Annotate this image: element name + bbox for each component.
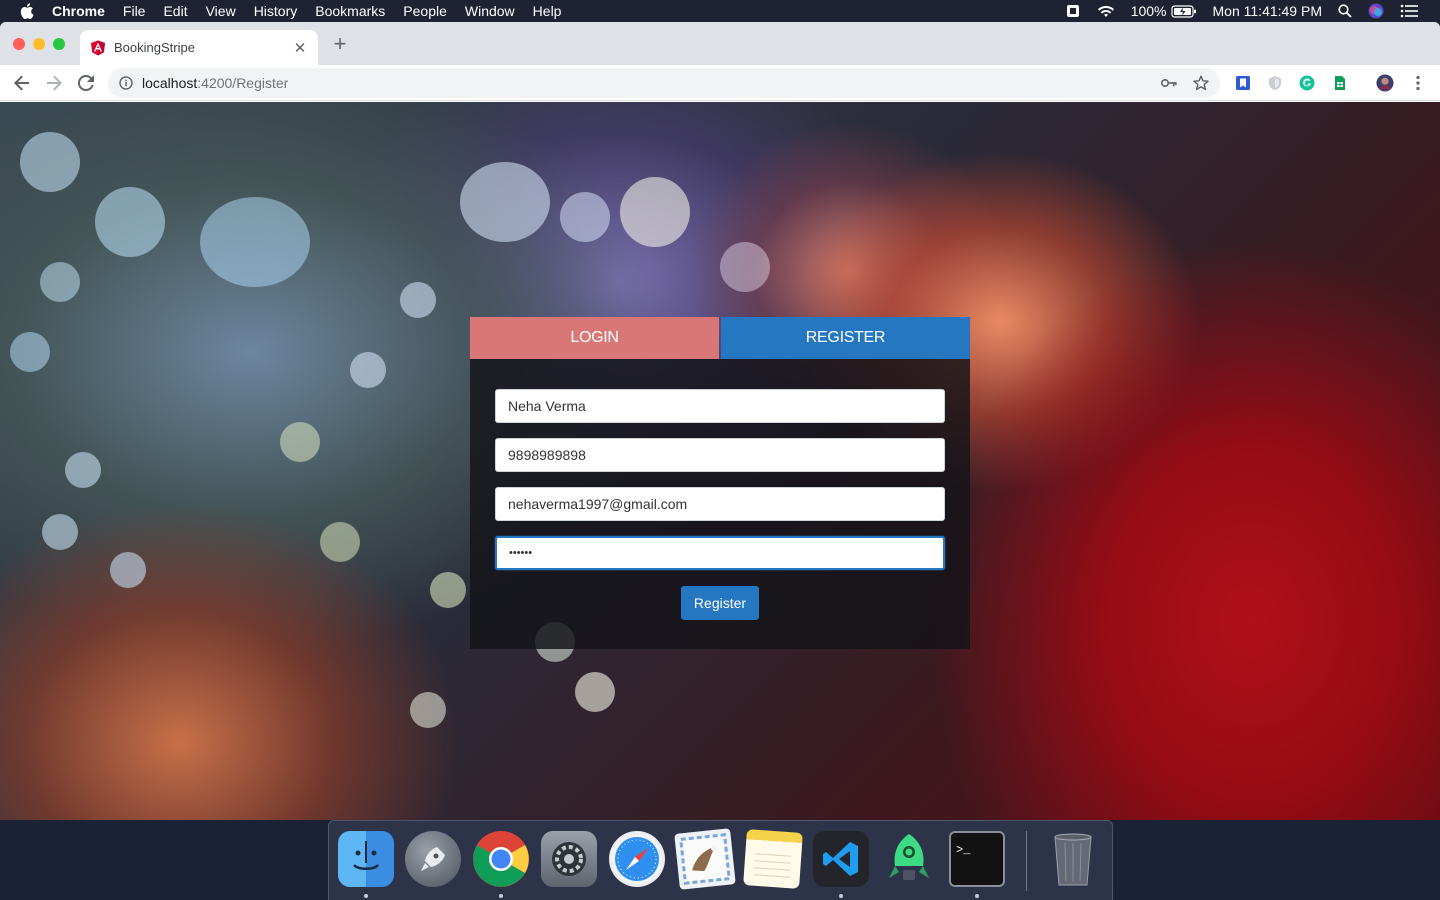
apple-icon[interactable] (20, 3, 34, 19)
browser-toolbar: localhost:4200/Register (0, 65, 1440, 101)
bokeh-light (110, 552, 146, 588)
vscode-icon[interactable] (813, 831, 869, 887)
phone-input[interactable]: 9898989898 (495, 438, 945, 472)
menu-history[interactable]: History (254, 0, 298, 22)
bokeh-light (575, 672, 615, 712)
chrome-menu-icon[interactable] (1409, 74, 1427, 92)
minimize-window-button[interactable] (33, 38, 45, 50)
notification-center-icon[interactable] (1400, 4, 1418, 18)
bokeh-light (350, 352, 386, 388)
bokeh-light (460, 162, 550, 242)
dock-separator (1026, 831, 1027, 891)
menu-view[interactable]: View (206, 0, 236, 22)
email-input[interactable]: nehaverma1997@gmail.com (495, 487, 945, 521)
running-indicator (364, 894, 368, 898)
angular-favicon-icon (90, 40, 106, 56)
name-input[interactable]: Neha Verma (495, 389, 945, 423)
running-indicator (839, 894, 843, 898)
menu-window[interactable]: Window (465, 0, 515, 22)
menu-people[interactable]: People (403, 0, 447, 22)
maximize-window-button[interactable] (53, 38, 65, 50)
svg-text:>_: >_ (956, 843, 971, 857)
reload-icon[interactable] (74, 71, 98, 95)
close-window-button[interactable] (13, 38, 25, 50)
bookmark-extension-icon[interactable] (1234, 74, 1252, 92)
siri-icon[interactable] (1368, 3, 1384, 19)
tab-strip: BookingStripe ✕ + (0, 22, 1440, 65)
terminal-icon[interactable]: >_ (949, 831, 1005, 887)
browser-window: BookingStripe ✕ + localhost:4200/Registe… (0, 22, 1440, 820)
bokeh-light (410, 692, 446, 728)
site-info-icon[interactable] (119, 76, 133, 90)
bokeh-light (430, 572, 466, 608)
back-icon[interactable] (10, 71, 34, 95)
new-tab-button[interactable]: + (330, 33, 350, 55)
wifi-icon[interactable] (1097, 4, 1115, 18)
finder-icon[interactable] (338, 831, 394, 887)
bokeh-light (720, 242, 770, 292)
tab-title: BookingStripe (114, 40, 195, 55)
bokeh-light (400, 282, 436, 318)
menu-help[interactable]: Help (533, 0, 562, 22)
profile-avatar[interactable] (1376, 74, 1394, 92)
android-studio-icon[interactable] (881, 831, 937, 887)
battery-percent[interactable]: 100% (1131, 3, 1167, 19)
notes-icon[interactable] (743, 829, 803, 889)
bokeh-light (65, 452, 101, 488)
register-tab[interactable]: REGISTER (721, 317, 970, 359)
bokeh-light (620, 177, 690, 247)
url-text[interactable]: localhost:4200/Register (142, 75, 288, 91)
bokeh-light (320, 522, 360, 562)
clock[interactable]: Mon 11:41:49 PM (1213, 3, 1322, 19)
menu-bar: Chrome File Edit View History Bookmarks … (0, 0, 1440, 22)
password-input[interactable]: •••••• (495, 536, 945, 570)
dock: >_ (328, 820, 1113, 900)
menu-app-name[interactable]: Chrome (52, 0, 105, 22)
running-indicator (499, 894, 503, 898)
menu-edit[interactable]: Edit (163, 0, 187, 22)
login-tab[interactable]: LOGIN (470, 317, 719, 359)
auth-tabs: LOGIN REGISTER (470, 317, 970, 359)
menu-file[interactable]: File (123, 0, 146, 22)
trash-icon[interactable] (1045, 831, 1101, 887)
forward-icon[interactable] (42, 71, 66, 95)
url-host: localhost (142, 75, 198, 91)
input-source-icon[interactable] (1065, 3, 1081, 19)
sheets-extension-icon[interactable] (1331, 74, 1349, 92)
url-path: :4200/Register (197, 75, 289, 91)
chrome-icon[interactable] (473, 831, 529, 887)
close-tab-icon[interactable]: ✕ (292, 40, 308, 57)
address-bar[interactable]: localhost:4200/Register (108, 68, 1220, 98)
battery-icon[interactable] (1170, 4, 1197, 18)
bokeh-light (560, 192, 610, 242)
bokeh-light (280, 422, 320, 462)
bookmark-star-icon[interactable] (1192, 74, 1210, 92)
browser-tab[interactable]: BookingStripe ✕ (80, 30, 318, 65)
bokeh-light (200, 197, 310, 287)
bokeh-light (95, 187, 165, 257)
grammarly-icon[interactable] (1298, 74, 1316, 92)
bokeh-light (40, 262, 80, 302)
menu-bookmarks[interactable]: Bookmarks (315, 0, 385, 22)
mail-icon[interactable] (674, 828, 736, 890)
register-form: Neha Verma 9898989898 nehaverma1997@gmai… (470, 359, 970, 649)
bokeh-light (20, 132, 80, 192)
auth-card: LOGIN REGISTER Neha Verma 9898989898 neh… (470, 317, 970, 649)
safari-icon[interactable] (609, 831, 665, 887)
shield-extension-icon[interactable] (1266, 74, 1284, 92)
key-icon[interactable] (1160, 74, 1178, 92)
running-indicator (975, 894, 979, 898)
system-preferences-icon[interactable] (541, 831, 597, 887)
register-button[interactable]: Register (681, 586, 759, 620)
spotlight-search-icon[interactable] (1338, 4, 1352, 18)
page-background: LOGIN REGISTER Neha Verma 9898989898 neh… (0, 102, 1440, 820)
bokeh-light (10, 332, 50, 372)
bokeh-light (42, 514, 78, 550)
launchpad-icon[interactable] (405, 831, 461, 887)
